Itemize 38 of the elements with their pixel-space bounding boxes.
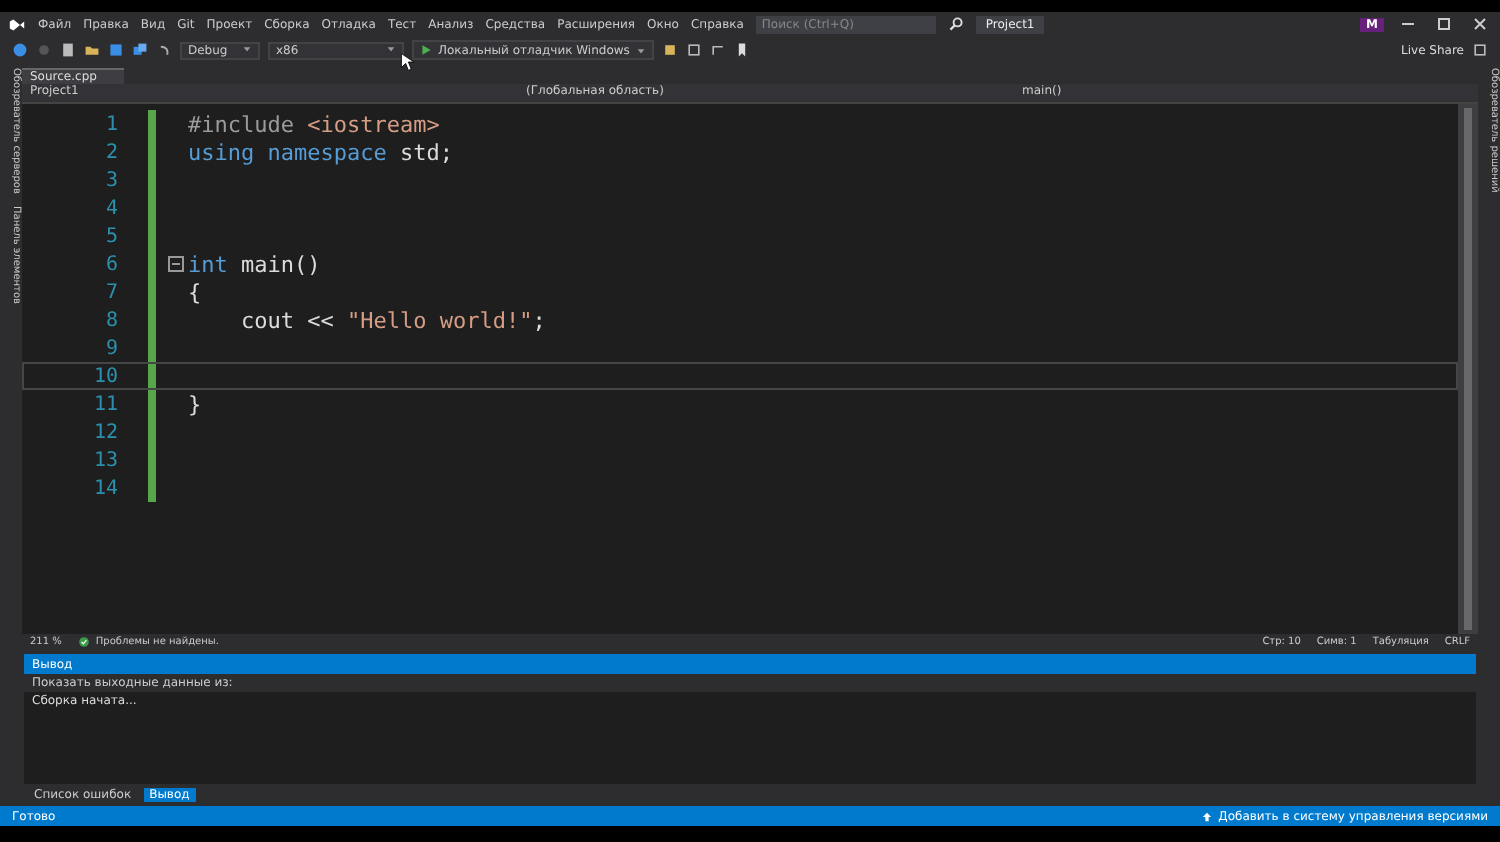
- line-number: 6: [103, 253, 118, 275]
- close-icon[interactable]: [1468, 14, 1492, 34]
- line-number: 14: [91, 477, 118, 499]
- maximize-icon[interactable]: [1432, 14, 1456, 34]
- cursor-icon: [400, 52, 414, 72]
- search-icon: [947, 16, 964, 32]
- line-number: 10: [91, 365, 118, 387]
- code-line: #include <iostream>: [188, 111, 440, 137]
- line-number: 4: [103, 197, 118, 219]
- line-number: 8: [103, 309, 118, 331]
- caret-icon: [635, 45, 646, 55]
- caret-icon: [242, 43, 252, 53]
- code-line: }: [188, 391, 202, 417]
- code-line: int main(): [188, 251, 321, 277]
- line-number: 11: [91, 393, 118, 415]
- bookmark-icon[interactable]: [733, 42, 750, 58]
- save-all-icon[interactable]: [132, 42, 148, 58]
- up-arrow-icon: [1202, 811, 1213, 821]
- line-number: 13: [91, 449, 118, 471]
- code-line: using namespace std;: [188, 139, 453, 165]
- line-number: 3: [103, 169, 118, 191]
- line-number: 9: [103, 337, 118, 359]
- line-number: 1: [103, 113, 118, 135]
- app-logo-icon: [8, 15, 26, 33]
- line-number: 7: [103, 281, 118, 303]
- check-icon: [77, 636, 90, 648]
- play-icon: [420, 44, 432, 56]
- code-line: cout << "Hello world!";: [238, 307, 546, 333]
- line-number: 12: [91, 421, 118, 443]
- folder-icon[interactable]: [84, 42, 100, 58]
- save-icon[interactable]: [108, 42, 124, 58]
- code-line: {: [188, 279, 202, 305]
- collapse-icon[interactable]: [168, 256, 184, 272]
- line-number: 2: [103, 141, 118, 163]
- caret-icon: [386, 43, 396, 53]
- undo-icon[interactable]: [156, 42, 172, 58]
- new-file-icon[interactable]: [60, 42, 76, 58]
- line-number: 5: [103, 225, 118, 247]
